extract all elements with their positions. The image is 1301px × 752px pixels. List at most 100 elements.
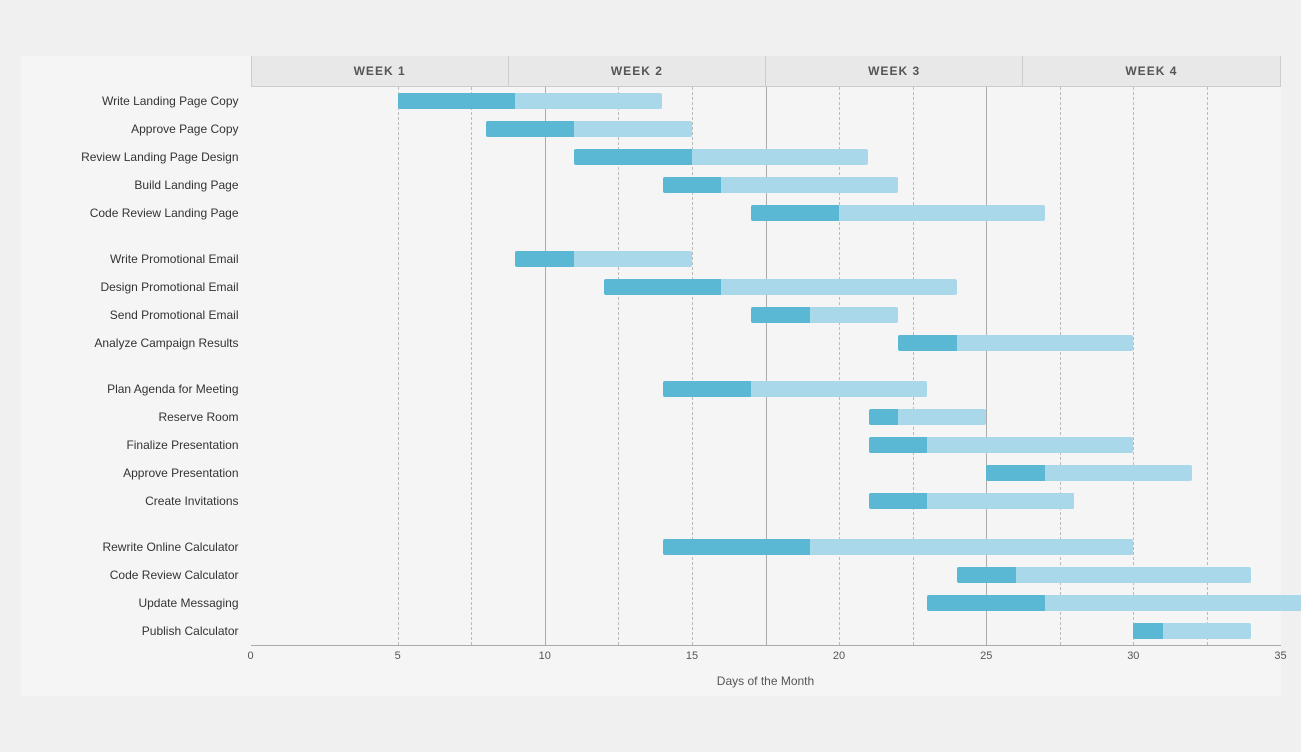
gantt-chart: WEEK 1 WEEK 2 WEEK 3 WEEK 4 Write Landin… <box>21 56 1281 696</box>
task-label: Reserve Room <box>21 403 251 431</box>
gantt-bar <box>663 177 898 193</box>
bar-dark-segment <box>663 539 810 555</box>
group-gap-label <box>21 357 251 375</box>
group-gap-label <box>21 227 251 245</box>
bar-light-segment <box>898 409 986 425</box>
gantt-bar <box>574 149 868 165</box>
bar-dark-segment <box>869 493 928 509</box>
bar-row <box>251 143 1281 171</box>
gantt-bar <box>751 205 1045 221</box>
bar-row <box>251 199 1281 227</box>
gantt-bar <box>1133 623 1251 639</box>
bar-dark-segment <box>1133 623 1162 639</box>
task-label: Finalize Presentation <box>21 431 251 459</box>
x-axis: 05101520253035 <box>251 645 1281 670</box>
gantt-bar <box>604 279 957 295</box>
bar-dark-segment <box>927 595 1045 611</box>
x-axis-label: 15 <box>686 650 698 662</box>
gantt-bar <box>869 437 1134 453</box>
task-label: Update Messaging <box>21 589 251 617</box>
task-label: Rewrite Online Calculator <box>21 533 251 561</box>
bar-dark-segment <box>869 437 928 453</box>
group-gap-row <box>251 227 1281 245</box>
group-gap-row <box>251 357 1281 375</box>
bar-dark-segment <box>398 93 516 109</box>
task-label: Write Promotional Email <box>21 245 251 273</box>
bar-light-segment <box>692 149 869 165</box>
bar-light-segment <box>721 279 956 295</box>
bar-dark-segment <box>604 279 722 295</box>
bars-container <box>251 87 1281 645</box>
week2-label: WEEK 2 <box>509 56 766 86</box>
bar-row <box>251 87 1281 115</box>
bar-row <box>251 533 1281 561</box>
bar-dark-segment <box>751 307 810 323</box>
bar-row <box>251 171 1281 199</box>
x-axis-label: 25 <box>980 650 992 662</box>
bar-light-segment <box>957 335 1134 351</box>
group-gap-row <box>251 515 1281 533</box>
task-label: Approve Page Copy <box>21 115 251 143</box>
bar-row <box>251 245 1281 273</box>
bar-row <box>251 589 1281 617</box>
week4-label: WEEK 4 <box>1023 56 1280 86</box>
bar-row <box>251 375 1281 403</box>
gantt-area <box>251 87 1281 645</box>
bar-row <box>251 459 1281 487</box>
bar-row <box>251 115 1281 143</box>
gantt-bar <box>663 381 928 397</box>
bar-dark-segment <box>957 567 1016 583</box>
gantt-bar <box>898 335 1133 351</box>
bar-dark-segment <box>574 149 692 165</box>
bar-dark-segment <box>986 465 1045 481</box>
bar-light-segment <box>810 307 898 323</box>
task-label: Write Landing Page Copy <box>21 87 251 115</box>
gantt-bar <box>869 409 987 425</box>
gantt-bar <box>869 493 1075 509</box>
x-axis-label: 20 <box>833 650 845 662</box>
gantt-bar <box>663 539 1134 555</box>
bar-dark-segment <box>898 335 957 351</box>
x-axis-inner: 05101520253035 <box>251 650 1281 670</box>
bar-light-segment <box>839 205 1045 221</box>
x-axis-label: 30 <box>1127 650 1139 662</box>
group-gap-label <box>21 515 251 533</box>
bar-light-segment <box>751 381 928 397</box>
task-label: Build Landing Page <box>21 171 251 199</box>
week1-label: WEEK 1 <box>251 56 509 86</box>
bar-dark-segment <box>515 251 574 267</box>
task-label: Code Review Landing Page <box>21 199 251 227</box>
x-axis-title: Days of the Month <box>251 670 1281 696</box>
bar-dark-segment <box>751 205 839 221</box>
bar-row <box>251 273 1281 301</box>
task-label: Review Landing Page Design <box>21 143 251 171</box>
gantt-bar <box>957 567 1251 583</box>
bar-row <box>251 431 1281 459</box>
bar-dark-segment <box>663 381 751 397</box>
bar-dark-segment <box>486 121 574 137</box>
bar-light-segment <box>574 251 692 267</box>
x-axis-label: 0 <box>247 650 253 662</box>
x-axis-label: 35 <box>1274 650 1286 662</box>
task-label: Analyze Campaign Results <box>21 329 251 357</box>
bar-row <box>251 561 1281 589</box>
task-label: Send Promotional Email <box>21 301 251 329</box>
bar-row <box>251 617 1281 645</box>
task-label: Code Review Calculator <box>21 561 251 589</box>
task-label: Create Invitations <box>21 487 251 515</box>
gantt-bar <box>398 93 663 109</box>
bar-light-segment <box>721 177 898 193</box>
bar-row <box>251 329 1281 357</box>
x-axis-label: 5 <box>395 650 401 662</box>
task-label: Plan Agenda for Meeting <box>21 375 251 403</box>
bar-light-segment <box>1163 623 1251 639</box>
bar-light-segment <box>927 437 1133 453</box>
bar-light-segment <box>927 493 1074 509</box>
bar-light-segment <box>1045 595 1301 611</box>
task-label: Approve Presentation <box>21 459 251 487</box>
week-header-row: WEEK 1 WEEK 2 WEEK 3 WEEK 4 <box>251 56 1281 87</box>
bar-light-segment <box>1016 567 1251 583</box>
gantt-bar <box>751 307 898 323</box>
bar-row <box>251 301 1281 329</box>
chart-body: Write Landing Page CopyApprove Page Copy… <box>21 87 1281 645</box>
